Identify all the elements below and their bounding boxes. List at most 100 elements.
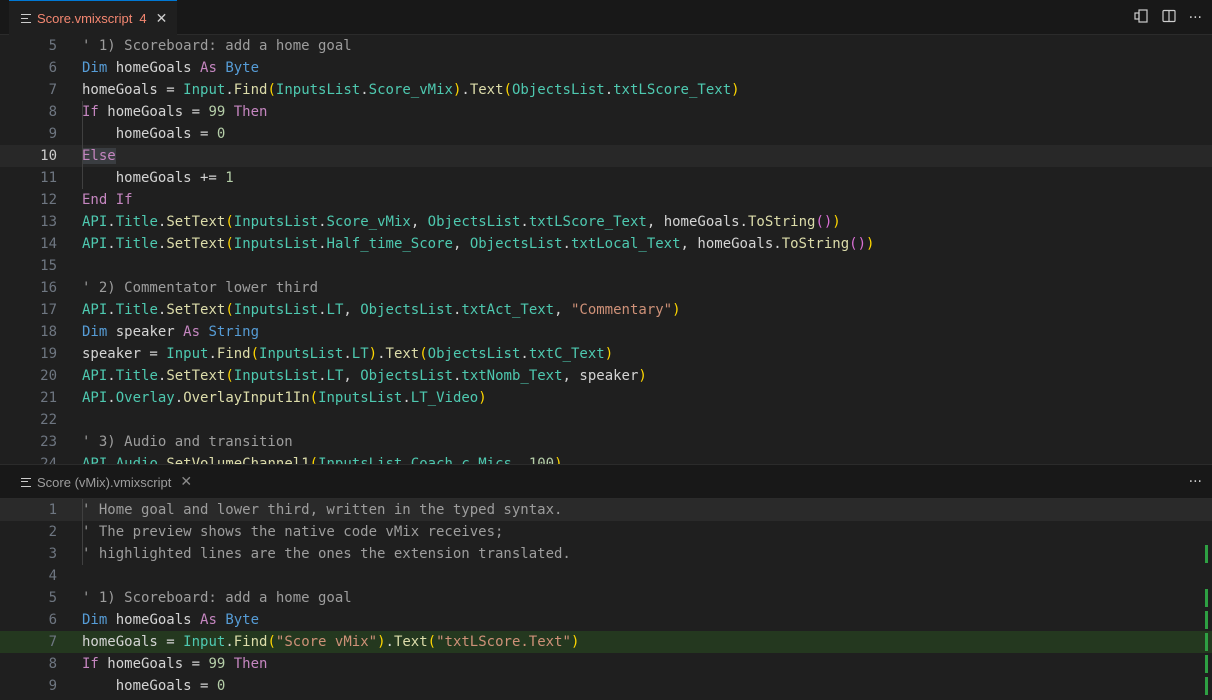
token: . (377, 346, 386, 362)
code-line[interactable]: 14 API.Title.SetText(InputsList.Half_time… (0, 233, 1212, 255)
code-line[interactable]: 21 API.Overlay.OverlayInput1In(InputsList… (0, 387, 1212, 409)
token: If (82, 656, 99, 672)
token: () (849, 236, 866, 252)
code-line[interactable]: 13 API.Title.SetText(InputsList.Score_vMi… (0, 211, 1212, 233)
top-tab-bar: Score.vmixscript 4 ✕ ··· (0, 0, 1212, 36)
file-lines-icon (21, 477, 31, 487)
token: . (225, 82, 234, 98)
token: Score_vMix (326, 214, 411, 230)
code-text: Dim speaker As String (82, 321, 259, 343)
token: "Commentary" (570, 302, 673, 318)
code-text: If homeGoals = 99 Then (82, 101, 267, 123)
code-text: ' 2) Commentator lower third (82, 277, 318, 299)
token: Text (469, 82, 504, 98)
token: Title (115, 214, 158, 230)
token: txtLScore_Text (613, 82, 732, 98)
code-line[interactable]: 11 homeGoals += 1 (0, 167, 1212, 189)
line-number: 8 (48, 104, 57, 120)
code-line[interactable]: 4 (0, 565, 1212, 587)
line-number: 6 (48, 612, 57, 628)
code-line[interactable]: 17 API.Title.SetText(InputsList.LT, Objec… (0, 299, 1212, 321)
code-text: ' highlighted lines are the ones the ext… (82, 543, 571, 565)
code-line[interactable]: 20 API.Title.SetText(InputsList.LT, Objec… (0, 365, 1212, 387)
split-editor-icon[interactable] (1161, 8, 1177, 28)
code-line[interactable]: 5 ' 1) Scoreboard: add a home goal (0, 35, 1212, 57)
code-line[interactable]: 22 (0, 409, 1212, 431)
line-number: 14 (40, 236, 57, 252)
line-number: 22 (40, 412, 57, 428)
token: , (554, 302, 571, 318)
token: LT (326, 368, 344, 384)
code-line[interactable]: 15 (0, 255, 1212, 277)
tab-score-vmixscript[interactable]: Score.vmixscript 4 ✕ (9, 0, 178, 36)
line-number: 5 (48, 590, 57, 606)
token: speaker = (82, 346, 167, 362)
token: Dim (82, 612, 108, 628)
code-line[interactable]: 18 Dim speaker As String (0, 321, 1212, 343)
code-text: ' 1) Scoreboard: add a home goal (82, 35, 352, 57)
token: ) (672, 302, 681, 318)
line-number: 21 (40, 390, 57, 406)
code-line[interactable]: 6 Dim homeGoals As Byte (0, 609, 1212, 631)
close-icon[interactable]: ✕ (180, 474, 192, 490)
open-changes-icon[interactable] (1133, 8, 1149, 28)
token: Coach_c_Mics (410, 456, 512, 464)
token: . (343, 346, 352, 362)
code-line[interactable]: 5 ' 1) Scoreboard: add a home goal (0, 587, 1212, 609)
tab-score-vmix-preview[interactable]: Score (vMix).vmixscript ✕ (9, 465, 202, 499)
code-line[interactable]: 9 homeGoals = 0 (0, 123, 1212, 145)
line-number: 2 (48, 524, 57, 540)
token: ) (377, 634, 386, 650)
code-line[interactable]: 3 ' highlighted lines are the ones the ex… (0, 543, 1212, 565)
token: , (511, 456, 529, 464)
token: , speaker (562, 368, 639, 384)
code-line[interactable]: 8 If homeGoals = 99 Then (0, 653, 1212, 675)
token: InputsList (233, 302, 319, 318)
token: homeGoals = (98, 656, 209, 672)
token: Dim (82, 324, 108, 340)
code-line[interactable]: 16 ' 2) Commentator lower third (0, 277, 1212, 299)
token: Title (115, 368, 158, 384)
code-line[interactable]: 7 homeGoals = Input.Find("Score vMix").Te… (0, 631, 1212, 653)
token: SetText (166, 236, 226, 252)
code-text: ' Home goal and lower third, written in … (82, 499, 562, 521)
bottom-editor[interactable]: 1 ' Home goal and lower third, written in… (0, 499, 1212, 700)
token: txtAct_Text (461, 302, 555, 318)
more-actions-icon[interactable]: ··· (1189, 474, 1202, 490)
indent-guide (82, 101, 83, 189)
token: ObjectsList (511, 82, 605, 98)
change-gutter-mark (1205, 589, 1208, 607)
code-text: homeGoals = Input.Find(InputsList.Score_… (82, 79, 740, 101)
token: LT_Video (410, 390, 479, 406)
code-line[interactable]: 12 End If (0, 189, 1212, 211)
code-line[interactable]: 19 speaker = Input.Find(InputsList.LT).Te… (0, 343, 1212, 365)
code-line[interactable]: 2 ' The preview shows the native code vMi… (0, 521, 1212, 543)
token: API (82, 236, 108, 252)
token: ) (570, 634, 580, 650)
token: homeGoals = (82, 678, 217, 694)
token: ) (368, 346, 378, 362)
code-line[interactable]: 8 If homeGoals = 99 Then (0, 101, 1212, 123)
tab-label: Score.vmixscript (37, 11, 133, 26)
token: . (520, 346, 529, 362)
token: 99 (208, 656, 226, 672)
code-line[interactable]: 9 homeGoals = 0 (0, 675, 1212, 697)
line-number: 10 (40, 148, 57, 164)
top-editor[interactable]: 5 ' 1) Scoreboard: add a home goal 6 Dim ho… (0, 35, 1212, 464)
line-number: 20 (40, 368, 57, 384)
close-icon[interactable]: ✕ (156, 11, 168, 27)
code-line[interactable]: 1 ' Home goal and lower third, written in… (0, 499, 1212, 521)
more-actions-icon[interactable]: ··· (1189, 10, 1202, 26)
code-text: ' The preview shows the native code vMix… (82, 521, 503, 543)
token: . (461, 82, 470, 98)
code-line[interactable]: 7 homeGoals = Input.Find(InputsList.Score… (0, 79, 1212, 101)
token: ' 1) Scoreboard: add a home goal (82, 590, 352, 606)
token: . (604, 82, 614, 98)
token: . (318, 236, 327, 252)
code-line[interactable]: 24 API.Audio.SetVolumeChannel1(InputsList… (0, 453, 1212, 464)
token: 0 (216, 126, 226, 142)
code-line[interactable]: 23 ' 3) Audio and transition (0, 431, 1212, 453)
code-line[interactable]: 10 Else (0, 145, 1212, 167)
code-line[interactable]: 6 Dim homeGoals As Byte (0, 57, 1212, 79)
token: Audio (115, 456, 158, 464)
